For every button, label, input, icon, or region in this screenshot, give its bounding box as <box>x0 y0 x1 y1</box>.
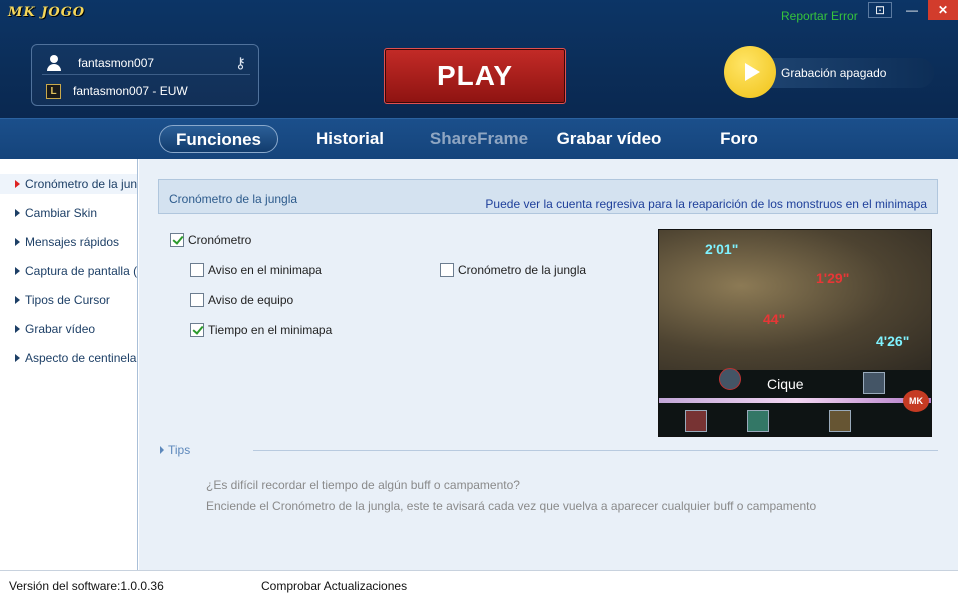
timer-label: 44" <box>763 311 786 327</box>
mk-badge-icon: MK <box>903 390 929 412</box>
checkbox-box[interactable] <box>190 263 204 277</box>
arrow-right-icon <box>15 209 20 217</box>
sidebar-item-label: Captura de pantalla ( <box>25 264 138 278</box>
timer-label: 4'26" <box>876 333 910 349</box>
checkbox-cronometro[interactable]: Cronómetro <box>170 232 251 248</box>
sidebar-item-grabar-video[interactable]: Grabar vídeo <box>0 319 137 339</box>
minimap-preview-image: 2'01" 1'29" 44" 4'26" Cique MK <box>658 229 932 437</box>
checkbox-box[interactable] <box>440 263 454 277</box>
sidebar-item-cambiar-skin[interactable]: Cambiar Skin <box>0 203 137 223</box>
champion-icon <box>863 372 885 394</box>
arrow-right-icon <box>15 267 20 275</box>
section-title: Cronómetro de la jungla <box>169 192 298 206</box>
section-header: Cronómetro de la jungla Puede ver la cue… <box>158 179 938 214</box>
checkbox-label: Cronómetro <box>188 233 252 247</box>
sidebar-item-label: Aspecto de centinela <box>25 351 137 365</box>
champion-timeline-bar <box>659 398 931 403</box>
sidebar-item-tipos-cursor[interactable]: Tipos de Cursor <box>0 290 137 310</box>
check-updates-link[interactable]: Comprobar Actualizaciones <box>261 579 407 593</box>
checkbox-box[interactable] <box>190 293 204 307</box>
tips-label: Tips <box>168 443 191 457</box>
tips-header: Tips <box>158 443 938 457</box>
tab-funciones[interactable]: Funciones <box>159 125 278 153</box>
champion-icon <box>719 368 741 390</box>
sidebar-item-cronometro[interactable]: Cronómetro de la jungla <box>0 174 138 194</box>
champion-strip: Cique MK <box>659 368 931 436</box>
checkbox-label: Cronómetro de la jungla <box>458 263 587 277</box>
champion-tooltip: Cique <box>767 376 804 392</box>
arrow-right-icon <box>15 296 20 304</box>
tab-grabar-video[interactable]: Grabar vídeo <box>548 125 670 153</box>
tab-shareframe[interactable]: ShareFrame <box>418 125 540 153</box>
sidebar-item-label: Cronómetro de la jungla <box>25 177 138 191</box>
sidebar-item-aspecto-centinela[interactable]: Aspecto de centinela <box>0 348 137 368</box>
sidebar-item-label: Mensajes rápidos <box>25 235 120 249</box>
checkbox-label: Tiempo en el minimapa <box>208 323 333 337</box>
window-close-button[interactable]: ✕ <box>928 0 958 20</box>
checkbox-box[interactable] <box>170 233 184 247</box>
window-minimize-button[interactable]: — <box>898 0 926 20</box>
champion-icon <box>685 410 707 432</box>
checkbox-tiempo-minimapa[interactable]: Tiempo en el minimapa <box>190 322 332 338</box>
sidebar-item-captura-pantalla[interactable]: Captura de pantalla ( <box>0 261 138 281</box>
account-server-row[interactable]: L fantasmon007 - EUW <box>42 79 250 103</box>
sidebar-item-label: Grabar vídeo <box>25 322 96 336</box>
tab-historial[interactable]: Historial <box>300 125 400 153</box>
arrow-right-icon <box>15 354 20 362</box>
sidebar-item-mensajes-rapidos[interactable]: Mensajes rápidos <box>0 232 137 252</box>
timer-label: 1'29" <box>816 270 850 286</box>
recording-toggle[interactable]: Grabación apagado <box>724 46 934 100</box>
account-panel: fantasmon007 ⚷ L fantasmon007 - EUW <box>31 44 259 106</box>
checkbox-label: Aviso en el minimapa <box>208 263 322 277</box>
checkbox-aviso-equipo[interactable]: Aviso de equipo <box>190 292 293 308</box>
sidebar: Cronómetro de la jungla Cambiar Skin Men… <box>0 159 138 570</box>
account-username: fantasmon007 <box>78 55 155 70</box>
timer-label: 2'01" <box>705 241 739 257</box>
play-button[interactable]: PLAY <box>384 48 566 104</box>
content-panel: Cronómetro de la jungla Puede ver la cue… <box>139 159 958 570</box>
sidebar-item-label: Tipos de Cursor <box>25 293 110 307</box>
app-header: MK JOGO Reportar Error ⊡ — ✕ fantasmon00… <box>0 0 958 118</box>
account-user-row[interactable]: fantasmon007 ⚷ <box>42 51 250 75</box>
arrow-right-icon <box>160 446 164 454</box>
sidebar-item-label: Cambiar Skin <box>25 206 98 220</box>
tip-line-1: ¿Es difícil recordar el tiempo de algún … <box>206 478 520 492</box>
checkbox-cronometro-jungla[interactable]: Cronómetro de la jungla <box>440 262 586 278</box>
software-version: Versión del software:1.0.0.36 <box>9 579 164 593</box>
lol-icon: L <box>46 83 61 99</box>
arrow-right-icon <box>15 238 20 246</box>
section-description: Puede ver la cuenta regresiva para la re… <box>485 197 927 211</box>
checkbox-aviso-minimapa[interactable]: Aviso en el minimapa <box>190 262 322 278</box>
account-server: fantasmon007 - EUW <box>73 84 188 98</box>
report-error-link[interactable]: Reportar Error <box>781 9 858 23</box>
divider <box>253 450 938 451</box>
key-icon[interactable]: ⚷ <box>235 54 246 72</box>
user-icon <box>46 54 62 71</box>
champion-icon <box>829 410 851 432</box>
tip-line-2: Enciende el Cronómetro de la jungla, est… <box>206 499 817 513</box>
status-bar: Versión del software:1.0.0.36 Comprobar … <box>0 570 958 601</box>
window-dropdown-button[interactable]: ⊡ <box>868 2 892 18</box>
main-nav: Funciones Historial ShareFrame Grabar ví… <box>0 118 958 159</box>
champion-icon <box>747 410 769 432</box>
checkbox-label: Aviso de equipo <box>208 293 294 307</box>
arrow-right-icon <box>15 325 20 333</box>
arrow-right-icon <box>15 180 20 188</box>
recording-play-icon[interactable] <box>724 46 776 98</box>
app-logo: MK JOGO <box>8 5 86 20</box>
tab-foro[interactable]: Foro <box>700 125 778 153</box>
recording-status-label: Grabación apagado <box>781 66 887 80</box>
checkbox-box[interactable] <box>190 323 204 337</box>
minimap-background <box>659 230 931 370</box>
